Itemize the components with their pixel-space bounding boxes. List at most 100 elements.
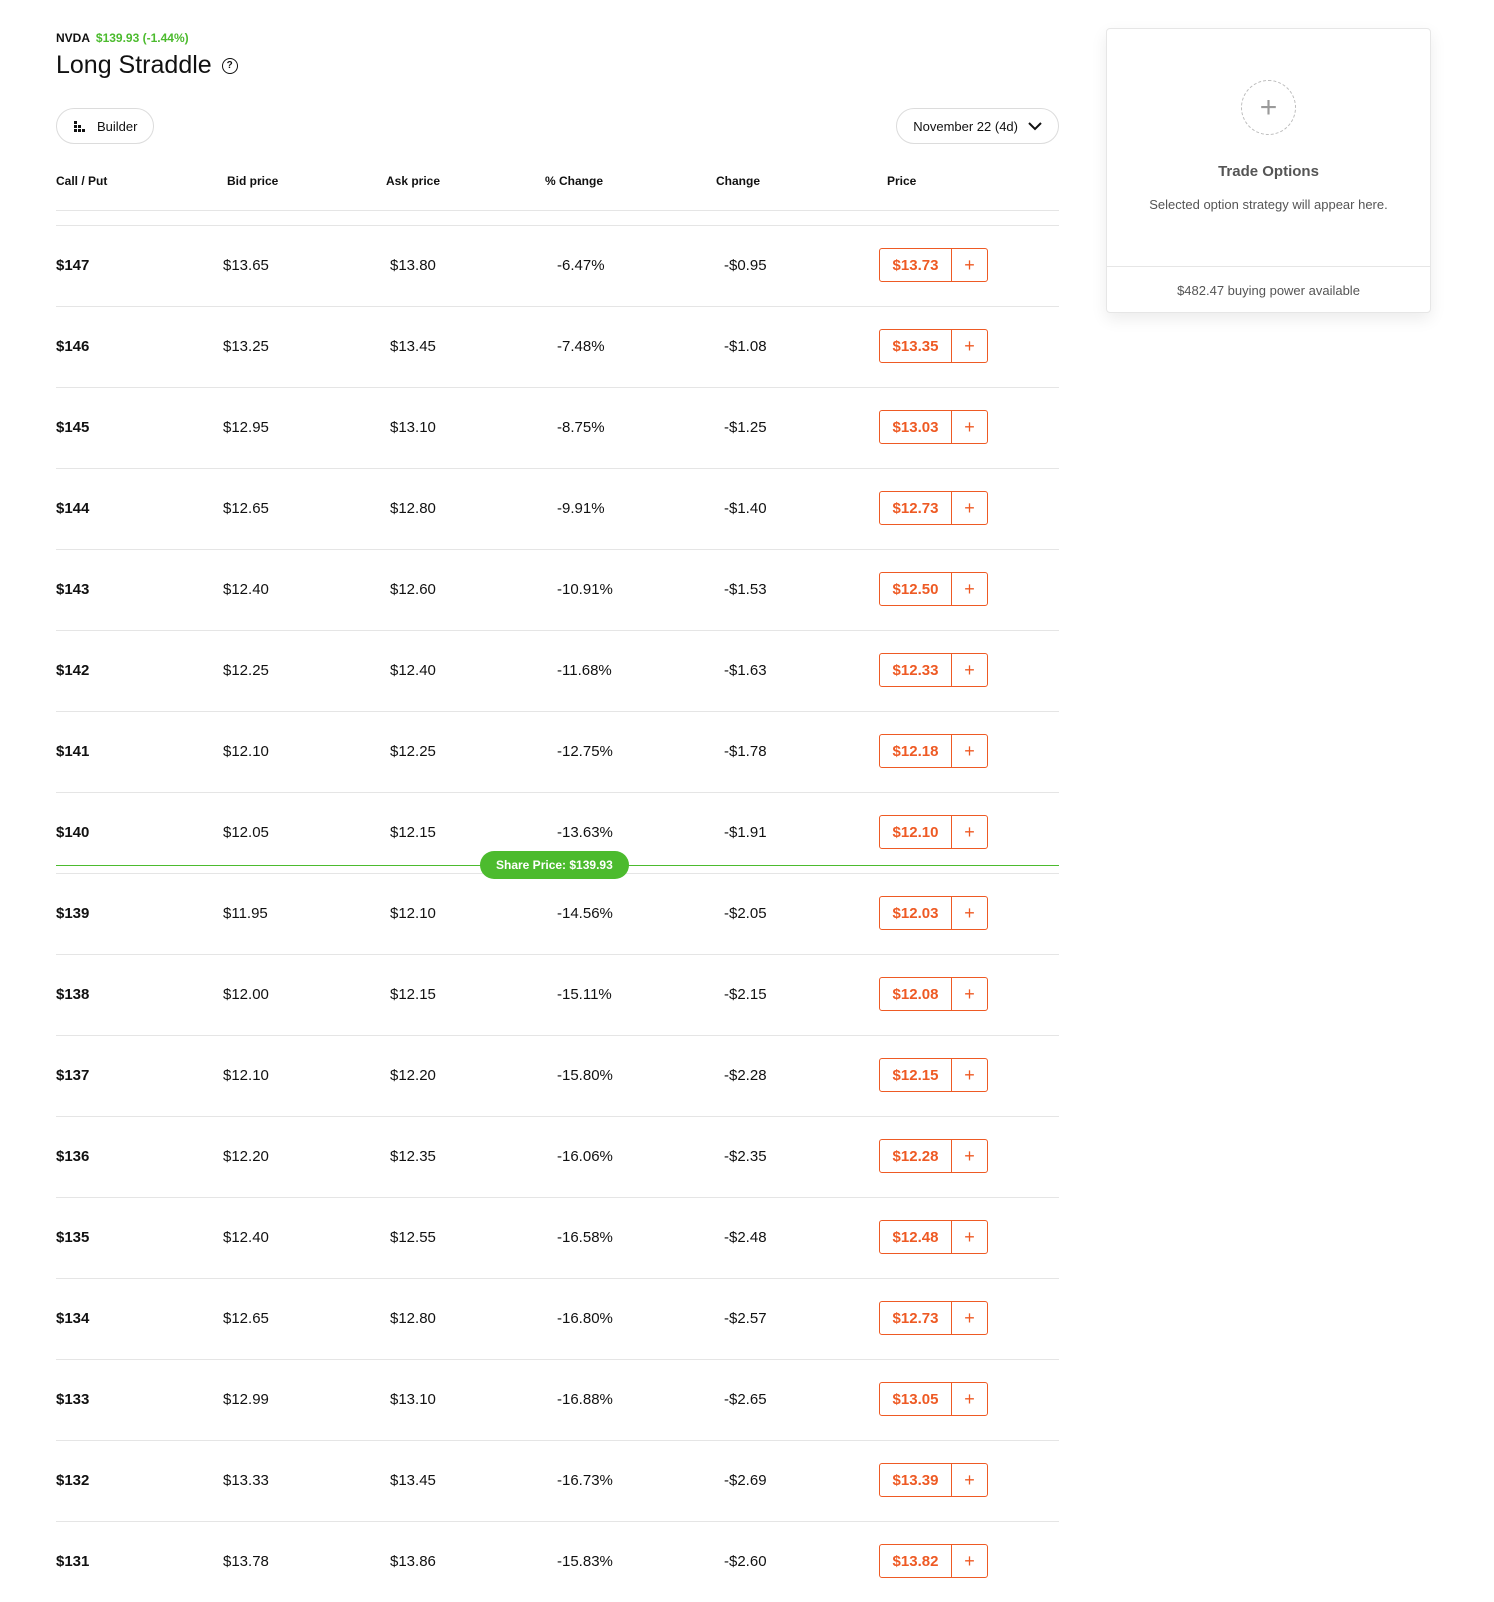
price-button[interactable]: $13.82 <box>880 1545 952 1577</box>
pct-change-cell: -6.47% <box>557 257 605 274</box>
bid-cell: $12.99 <box>223 1391 269 1408</box>
pct-change-cell: -16.80% <box>557 1310 613 1327</box>
strike-cell: $138 <box>56 986 90 1003</box>
trade-options-panel: + Trade Options Selected option strategy… <box>1106 28 1431 313</box>
table-row: $144 $12.65 $12.80 -9.91% -$1.40 $12.73 + <box>56 468 1059 549</box>
ask-cell: $12.20 <box>390 1067 436 1084</box>
price-button[interactable]: $13.03 <box>880 411 952 443</box>
table-row: $132 $13.33 $13.45 -16.73% -$2.69 $13.39 + <box>56 1440 1059 1521</box>
bid-cell: $12.00 <box>223 986 269 1003</box>
table-row: $136 $12.20 $12.35 -16.06% -$2.35 $12.28 + <box>56 1116 1059 1197</box>
price-button-group: $12.73 + <box>879 1301 988 1335</box>
bid-cell: $12.20 <box>223 1148 269 1165</box>
ticker-line: NVDA $139.93 (-1.44%) <box>56 31 189 45</box>
strike-cell: $147 <box>56 257 90 274</box>
plus-icon[interactable]: + <box>952 1221 987 1253</box>
plus-icon[interactable]: + <box>952 1545 987 1577</box>
change-cell: -$1.40 <box>724 500 767 517</box>
bid-cell: $12.10 <box>223 1067 269 1084</box>
bid-cell: $12.05 <box>223 824 269 841</box>
pct-change-cell: -15.83% <box>557 1553 613 1570</box>
ask-cell: $12.80 <box>390 500 436 517</box>
bar-chart-icon <box>74 121 85 132</box>
plus-icon[interactable]: + <box>952 1383 987 1415</box>
plus-icon[interactable]: + <box>952 1059 987 1091</box>
plus-icon[interactable]: + <box>952 978 987 1010</box>
price-button-group: $12.50 + <box>879 572 988 606</box>
ask-cell: $12.55 <box>390 1229 436 1246</box>
price-button[interactable]: $13.73 <box>880 249 952 281</box>
bid-cell: $12.65 <box>223 1310 269 1327</box>
plus-icon[interactable]: + <box>952 816 987 848</box>
price-button[interactable]: $12.08 <box>880 978 952 1010</box>
price-button[interactable]: $12.73 <box>880 1302 952 1334</box>
plus-icon[interactable]: + <box>952 330 987 362</box>
plus-icon[interactable]: + <box>952 411 987 443</box>
plus-icon[interactable]: + <box>952 573 987 605</box>
bid-cell: $12.25 <box>223 662 269 679</box>
price-button-group: $13.73 + <box>879 248 988 282</box>
pct-change-cell: -16.58% <box>557 1229 613 1246</box>
price-button[interactable]: $13.05 <box>880 1383 952 1415</box>
pct-change-cell: -8.75% <box>557 419 605 436</box>
header-bid: Bid price <box>227 174 279 188</box>
header-ask: Ask price <box>386 174 441 188</box>
price-button[interactable]: $12.15 <box>880 1059 952 1091</box>
panel-subtitle: Selected option strategy will appear her… <box>1149 197 1388 212</box>
plus-icon[interactable]: + <box>952 735 987 767</box>
help-icon[interactable]: ? <box>221 57 238 74</box>
plus-icon[interactable]: + <box>952 1140 987 1172</box>
change-cell: -$1.78 <box>724 743 767 760</box>
pct-change-cell: -10.91% <box>557 581 613 598</box>
price-button[interactable]: $13.39 <box>880 1464 952 1496</box>
change-cell: -$2.15 <box>724 986 767 1003</box>
price-button[interactable]: $12.03 <box>880 897 952 929</box>
plus-icon[interactable]: + <box>952 1302 987 1334</box>
table-row: $134 $12.65 $12.80 -16.80% -$2.57 $12.73 + <box>56 1278 1059 1359</box>
ask-cell: $12.15 <box>390 824 436 841</box>
change-cell: -$1.91 <box>724 824 767 841</box>
plus-icon[interactable]: + <box>952 492 987 524</box>
price-button[interactable]: $12.10 <box>880 816 952 848</box>
pct-change-cell: -13.63% <box>557 824 613 841</box>
strike-cell: $137 <box>56 1067 90 1084</box>
price-button[interactable]: $13.35 <box>880 330 952 362</box>
panel-title: Trade Options <box>1218 163 1319 180</box>
bid-cell: $12.40 <box>223 581 269 598</box>
plus-icon[interactable]: + <box>952 1464 987 1496</box>
price-button-group: $12.18 + <box>879 734 988 768</box>
ticker-symbol: NVDA <box>56 31 90 45</box>
strike-cell: $146 <box>56 338 90 355</box>
pct-change-cell: -15.80% <box>557 1067 613 1084</box>
pct-change-cell: -16.88% <box>557 1391 613 1408</box>
plus-icon[interactable]: + <box>952 249 987 281</box>
price-button-group: $13.35 + <box>879 329 988 363</box>
table-row: $138 $12.00 $12.15 -15.11% -$2.15 $12.08 + <box>56 954 1059 1035</box>
price-button[interactable]: $12.73 <box>880 492 952 524</box>
price-button[interactable]: $12.28 <box>880 1140 952 1172</box>
buying-power: $482.47 buying power available <box>1107 266 1430 314</box>
header-change: Change <box>716 174 761 188</box>
change-cell: -$1.25 <box>724 419 767 436</box>
plus-icon[interactable]: + <box>952 654 987 686</box>
bid-cell: $12.65 <box>223 500 269 517</box>
change-cell: -$2.57 <box>724 1310 767 1327</box>
pct-change-cell: -11.68% <box>557 662 612 679</box>
change-cell: -$1.08 <box>724 338 767 355</box>
change-cell: -$2.05 <box>724 905 767 922</box>
add-strategy-icon[interactable]: + <box>1241 80 1296 135</box>
page-title: Long Straddle <box>56 51 212 79</box>
builder-button[interactable]: Builder <box>56 108 155 144</box>
expiry-dropdown[interactable]: November 22 (4d) <box>896 108 1059 144</box>
price-button[interactable]: $12.48 <box>880 1221 952 1253</box>
ask-cell: $13.10 <box>390 419 436 436</box>
plus-icon[interactable]: + <box>952 897 987 929</box>
change-cell: -$2.35 <box>724 1148 767 1165</box>
table-row: $146 $13.25 $13.45 -7.48% -$1.08 $13.35 + <box>56 306 1059 387</box>
chevron-down-icon <box>1028 121 1042 130</box>
price-button-group: $13.82 + <box>879 1544 988 1578</box>
price-button-group: $12.15 + <box>879 1058 988 1092</box>
price-button[interactable]: $12.18 <box>880 735 952 767</box>
price-button[interactable]: $12.50 <box>880 573 952 605</box>
price-button[interactable]: $12.33 <box>880 654 952 686</box>
